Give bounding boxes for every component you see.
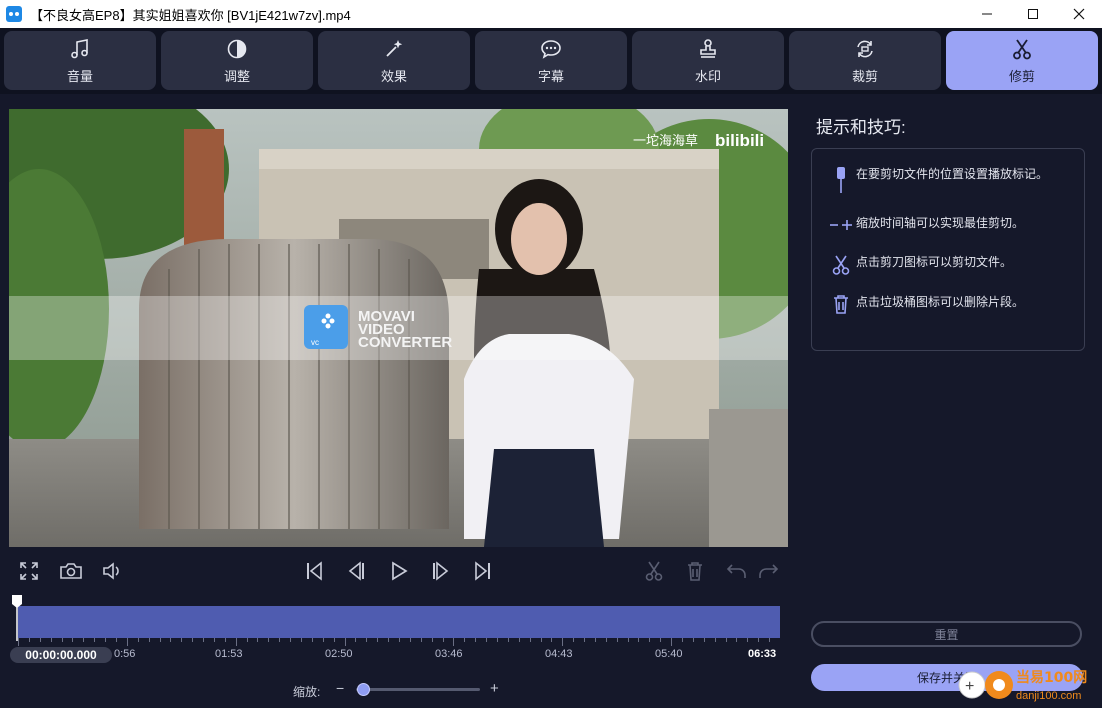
tab-adjust[interactable]: 调整 (161, 31, 313, 90)
timeline-tick-label: 02:50 (325, 648, 353, 660)
crop-rotate-icon (852, 36, 878, 62)
timeline-tick-label: 05:40 (655, 648, 683, 660)
maximize-button[interactable] (1010, 0, 1056, 28)
undo-icon (726, 564, 746, 578)
app-logo-icon (6, 6, 22, 22)
title-bar: 【不良女高EP8】其实姐姐喜欢你 [BV1jE421w7zv].mp4 (0, 0, 1102, 28)
trash-icon (826, 294, 856, 314)
tab-label: 音量 (66, 69, 93, 84)
video-watermark-channel: 一坨海海草 (633, 133, 698, 149)
speaker-icon (103, 562, 119, 580)
video-watermark-brand: bilibili (715, 131, 764, 150)
step-forward-icon (433, 561, 449, 581)
zoom-slider[interactable] (356, 688, 480, 691)
cut-button[interactable] (642, 560, 666, 582)
tab-label: 水印 (694, 69, 721, 84)
tab-subtitles[interactable]: 字幕 (475, 31, 627, 90)
volume-button[interactable] (100, 560, 124, 582)
minimize-icon (982, 13, 992, 15)
step-back-icon (348, 561, 364, 581)
fullscreen-icon (20, 562, 38, 580)
speech-bubble-icon (538, 36, 564, 62)
tool-tabs: 音量 调整 效果 字幕 水印 裁剪 修剪 (0, 28, 1102, 94)
tab-trim[interactable]: 修剪 (946, 31, 1098, 90)
window-controls (964, 0, 1102, 28)
timeline-tick-label: 04:43 (545, 648, 573, 660)
tab-label: 裁剪 (851, 69, 878, 84)
magic-wand-icon (381, 36, 407, 62)
playhead-marker[interactable] (11, 593, 23, 643)
tab-watermark[interactable]: 水印 (632, 31, 784, 90)
tab-volume[interactable]: 音量 (4, 31, 156, 90)
tab-label: 效果 (380, 69, 407, 84)
camera-icon (60, 563, 82, 579)
timeline-ruler (18, 638, 770, 646)
overlay-line-3: CONVERTER (358, 334, 452, 351)
delete-segment-button[interactable] (683, 560, 707, 582)
tab-label: 字幕 (537, 69, 564, 84)
end-time: 06:33 (748, 648, 777, 660)
site-watermark: + 当易100网 danji100.com (958, 669, 1087, 702)
scissors-icon (645, 561, 663, 581)
zoom-label: 缩放: (293, 685, 321, 699)
close-button[interactable] (1056, 0, 1102, 28)
contrast-icon (224, 36, 250, 62)
skip-to-end-button[interactable] (471, 560, 495, 582)
timeline-track[interactable] (18, 606, 780, 638)
site-watermark-name: 当易100网 (1016, 669, 1087, 686)
redo-button[interactable] (755, 560, 781, 582)
undo-button[interactable] (724, 560, 750, 582)
skip-to-start-button[interactable] (302, 560, 326, 582)
minimize-button[interactable] (964, 0, 1010, 28)
stamp-icon (695, 36, 721, 62)
maximize-icon (1028, 9, 1038, 19)
redo-icon (759, 564, 779, 578)
play-button[interactable] (387, 560, 411, 582)
svg-text:+: + (965, 678, 974, 695)
window-title: 【不良女高EP8】其实姐姐喜欢你 [BV1jE421w7zv].mp4 (30, 7, 351, 23)
tip-item: 缩放时间轴可以实现最佳剪切。 (826, 215, 1056, 231)
current-time: 00:00:00.000 (10, 647, 112, 663)
snapshot-button[interactable] (58, 560, 84, 582)
trash-icon (688, 562, 702, 581)
next-frame-button[interactable] (428, 560, 452, 582)
tab-label: 修剪 (1008, 69, 1035, 84)
close-icon (1073, 8, 1085, 20)
overlay-badge: vc (311, 338, 319, 347)
video-preview[interactable]: vc MOVAVI VIDEO CONVERTER 一坨海海草 bilibili (9, 109, 788, 547)
zoom-out-button[interactable]: − (336, 680, 344, 696)
play-icon (392, 561, 408, 581)
timeline-tick-label: 03:46 (435, 648, 463, 660)
site-watermark-url: danji100.com (1016, 690, 1081, 702)
tip-text: 在要剪切文件的位置设置播放标记。 (856, 167, 1049, 181)
zoom-timeline-icon (826, 215, 856, 231)
tab-crop[interactable]: 裁剪 (789, 31, 941, 90)
tips-title: 提示和技巧: (816, 118, 906, 137)
reset-button[interactable]: 重置 (811, 621, 1082, 647)
skip-start-icon (307, 561, 322, 581)
previous-frame-button[interactable] (345, 560, 369, 582)
tab-label: 调整 (223, 69, 250, 84)
tip-text: 点击垃圾桶图标可以删除片段。 (856, 295, 1025, 309)
tips-panel: 在要剪切文件的位置设置播放标记。 缩放时间轴可以实现最佳剪切。 点击剪刀图标可以… (811, 148, 1085, 351)
zoom-in-button[interactable]: + (490, 680, 499, 697)
skip-end-icon (475, 561, 490, 581)
zoom-slider-handle[interactable] (357, 683, 371, 696)
tip-item: 在要剪切文件的位置设置播放标记。 (826, 166, 1056, 194)
fullscreen-button[interactable] (17, 560, 41, 582)
scissors-icon (1009, 36, 1035, 62)
marker-icon (826, 166, 856, 194)
tip-item: 点击垃圾桶图标可以删除片段。 (826, 294, 1056, 314)
tip-text: 点击剪刀图标可以剪切文件。 (856, 255, 1013, 269)
timeline-tick-label: 0:56 (114, 648, 136, 660)
timeline-tick-label: 01:53 (215, 648, 243, 660)
music-note-icon (67, 36, 93, 62)
scissors-icon (826, 254, 856, 276)
tip-item: 点击剪刀图标可以剪切文件。 (826, 254, 1056, 276)
tab-effects[interactable]: 效果 (318, 31, 470, 90)
tip-text: 缩放时间轴可以实现最佳剪切。 (856, 216, 1025, 230)
